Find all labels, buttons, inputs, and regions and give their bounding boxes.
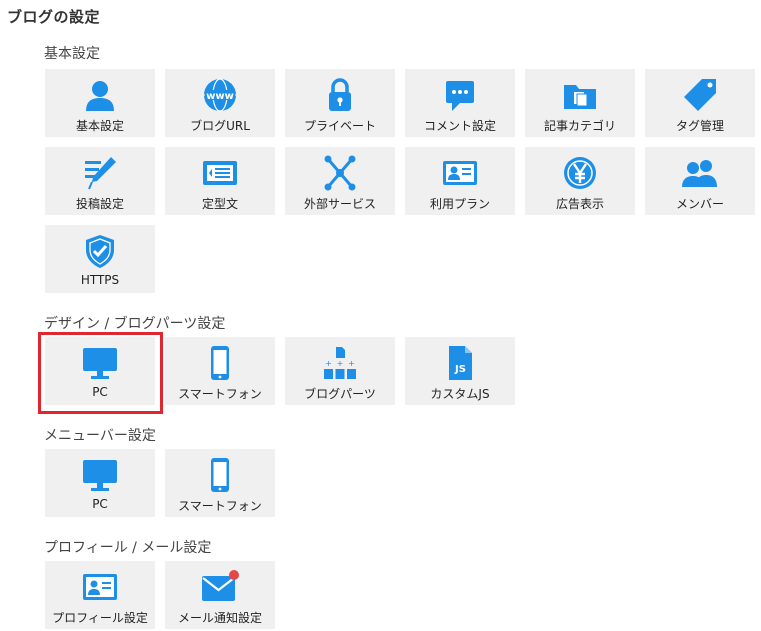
tile-label: ブログURL — [190, 119, 250, 133]
tile-label: メンバー — [675, 197, 724, 211]
tile-ad-display[interactable]: 広告表示 — [525, 147, 635, 215]
blog-parts-icon: + + + — [320, 345, 360, 381]
mail-notify-icon — [200, 569, 240, 605]
tile-external-services[interactable]: 外部サービス — [285, 147, 395, 215]
tile-label: プライベート — [303, 119, 376, 133]
smartphone-icon — [200, 345, 240, 381]
tile-template-text[interactable]: 定型文 — [165, 147, 275, 215]
user-icon — [80, 77, 120, 113]
tile-label: 記事カテゴリ — [543, 119, 616, 133]
tile-article-category[interactable]: 記事カテゴリ — [525, 69, 635, 137]
tile-label: プロフィール設定 — [52, 611, 148, 625]
id-card-icon — [440, 155, 480, 191]
comment-icon — [440, 77, 480, 113]
network-icon — [320, 155, 360, 191]
svg-text:+: + — [325, 359, 332, 368]
tile-mail-notification[interactable]: メール通知設定 — [165, 561, 275, 629]
tile-menubar-smartphone[interactable]: スマートフォン — [165, 449, 275, 517]
profile-card-icon — [80, 569, 120, 605]
tile-post-settings[interactable]: 投稿設定 — [45, 147, 155, 215]
section-title-basic: 基本設定 — [44, 46, 100, 62]
pencil-icon — [80, 155, 120, 191]
tile-label: 広告表示 — [555, 197, 604, 211]
tile-comment-settings[interactable]: コメント設定 — [405, 69, 515, 137]
tile-members[interactable]: メンバー — [645, 147, 755, 215]
section-title-menubar: メニューバー設定 — [44, 428, 156, 444]
tile-menubar-pc[interactable]: PC — [45, 449, 155, 517]
tile-usage-plan[interactable]: 利用プラン — [405, 147, 515, 215]
section-title-design: デザイン / ブログパーツ設定 — [44, 316, 226, 332]
tile-custom-js[interactable]: JS カスタムJS — [405, 337, 515, 405]
tile-label: 基本設定 — [75, 119, 124, 133]
tile-label: 定型文 — [201, 197, 238, 211]
yen-icon — [560, 155, 600, 191]
page-title: ブログの設定 — [7, 8, 101, 26]
tile-label: 外部サービス — [303, 197, 376, 211]
tile-basic-settings[interactable]: 基本設定 — [45, 69, 155, 137]
tile-label: ブログパーツ — [304, 387, 376, 401]
tile-design-pc[interactable]: PC — [45, 337, 155, 405]
tile-private[interactable]: プライベート — [285, 69, 395, 137]
js-file-icon: JS — [440, 345, 480, 381]
tag-icon — [680, 77, 720, 113]
monitor-icon — [80, 457, 120, 493]
tile-tag-management[interactable]: タグ管理 — [645, 69, 755, 137]
lock-icon — [320, 77, 360, 113]
svg-text:+: + — [337, 359, 344, 368]
tile-label: メール通知設定 — [177, 611, 262, 625]
members-icon — [680, 155, 720, 191]
tile-label: タグ管理 — [675, 119, 724, 133]
svg-text:+: + — [348, 359, 355, 368]
tile-label: コメント設定 — [423, 119, 496, 133]
shield-check-icon — [80, 233, 120, 269]
tile-https[interactable]: HTTPS — [45, 225, 155, 293]
folder-icon — [560, 77, 600, 113]
svg-text:JS: JS — [454, 364, 466, 375]
smartphone-icon — [200, 457, 240, 493]
tile-label: カスタムJS — [430, 387, 490, 401]
tile-label: 利用プラン — [429, 197, 490, 211]
tile-profile-settings[interactable]: プロフィール設定 — [45, 561, 155, 629]
tile-design-smartphone[interactable]: スマートフォン — [165, 337, 275, 405]
tile-label: スマートフォン — [178, 499, 262, 513]
tile-blog-url[interactable]: www ブログURL — [165, 69, 275, 137]
www-globe-icon: www — [200, 77, 240, 113]
tile-label: スマートフォン — [178, 387, 262, 401]
section-title-profile: プロフィール / メール設定 — [44, 540, 212, 556]
svg-text:www: www — [206, 91, 234, 102]
tile-label: PC — [92, 497, 108, 511]
monitor-icon — [80, 345, 120, 381]
template-icon — [200, 155, 240, 191]
tile-blog-parts[interactable]: + + + ブログパーツ — [285, 337, 395, 405]
tile-label: HTTPS — [80, 273, 120, 287]
tile-label: 投稿設定 — [75, 197, 124, 211]
tile-label: PC — [92, 385, 108, 399]
